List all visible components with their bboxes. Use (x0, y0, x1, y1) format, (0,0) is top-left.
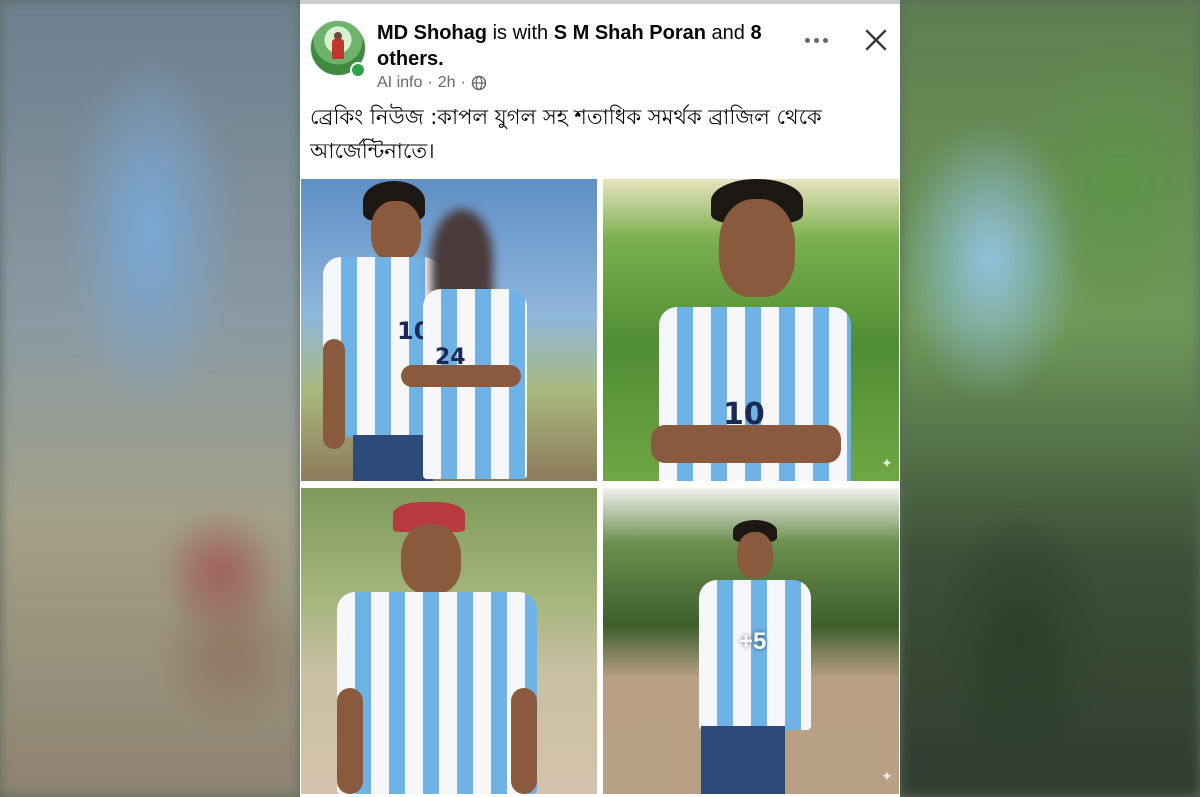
post-text: ব্রেকিং নিউজ :কাপল যুগল সহ শতাধিক সমর্থক… (310, 105, 822, 163)
author-name[interactable]: MD Shohag (377, 22, 487, 44)
tagged-name[interactable]: S M Shah Poran (554, 22, 706, 44)
face (719, 199, 795, 297)
avatar-body (332, 39, 344, 59)
photo-more-images[interactable]: +5 ✦ (603, 488, 899, 794)
sparkle-icon: ✦ (881, 768, 893, 784)
others-count[interactable]: 8 (750, 22, 761, 44)
blurred-background-left (0, 0, 300, 797)
photo-couple[interactable]: 10 24 (301, 179, 597, 481)
meta-separator-2: · (460, 74, 466, 91)
face (737, 532, 773, 578)
online-status-dot (350, 62, 366, 78)
arm-right (511, 688, 537, 794)
and-text: and (711, 22, 745, 44)
sparkle-icon: ✦ (881, 455, 893, 471)
post-meta: AI info · 2h · (377, 74, 487, 92)
ai-info-link[interactable]: AI info (377, 74, 422, 92)
photo-man-with-cap[interactable] (301, 488, 597, 794)
author-line: MD Shohag is with S M Shah Poran and 8 o… (377, 20, 797, 72)
arm-left (323, 339, 345, 449)
photo-man-crossed-arms[interactable]: 10 ✦ (603, 179, 899, 481)
more-options-icon[interactable] (800, 30, 832, 50)
face-left (371, 201, 421, 261)
meta-separator: · (427, 74, 433, 91)
jeans (701, 726, 785, 794)
others-label[interactable]: others. (377, 48, 444, 70)
post-header: MD Shohag is with S M Shah Poran and 8 o… (300, 4, 900, 96)
arm-left (337, 688, 363, 794)
more-photos-count[interactable]: +5 (739, 628, 766, 656)
blurred-background-right (900, 0, 1200, 797)
face (401, 524, 461, 594)
jeans-left (353, 435, 433, 481)
arms-crossed (651, 425, 841, 463)
post-card: MD Shohag is with S M Shah Poran and 8 o… (300, 0, 900, 797)
globe-icon[interactable] (471, 75, 487, 91)
with-text: is with (492, 22, 549, 44)
jersey (337, 592, 537, 794)
arms-crossed (401, 365, 521, 387)
post-time[interactable]: 2h (438, 74, 456, 92)
close-icon[interactable] (860, 24, 892, 56)
